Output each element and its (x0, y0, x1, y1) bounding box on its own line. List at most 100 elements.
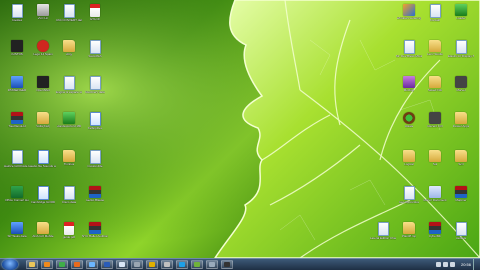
desktop-icon[interactable]: CyberMF (422, 222, 448, 239)
taskbar-item-calculator[interactable] (131, 260, 143, 269)
desktop-icon[interactable]: Gecko Blaster (82, 186, 108, 203)
desktop-icon[interactable]: Geo Apprentice (396, 186, 422, 205)
start-button[interactable] (2, 259, 18, 270)
taskbar-item-cmd[interactable] (221, 260, 233, 269)
desktop-icon[interactable]: C64 CONVERT data (56, 4, 82, 23)
desktop-icon[interactable]: Cisco data (56, 186, 82, 205)
desktop-icon[interactable]: util.jy (56, 40, 82, 57)
desktop-icon[interactable]: Mockup (396, 76, 422, 93)
desktop-icon[interactable]: Logical (396, 150, 422, 167)
red-icon (37, 40, 49, 52)
desktop-icon[interactable]: Scrl (448, 150, 474, 167)
folder-icon (403, 150, 415, 162)
desktop-icon-label: Swordfish (88, 55, 102, 58)
clock[interactable]: 20:56 (461, 262, 471, 267)
desktop-icon-label: Sol (432, 163, 438, 166)
taskbar-item-steam[interactable] (161, 260, 173, 269)
desktop-icon[interactable]: Lateral Edition Chassis (370, 222, 396, 241)
desktop-icon-label: Mr. Dev Bless Mixdown 2.0 (396, 55, 422, 58)
desktop-icon[interactable]: GTA Ch (82, 4, 108, 22)
calculator-icon (134, 262, 140, 267)
desktop-icon[interactable]: KeSnpDex (82, 112, 108, 131)
taskbar-item-photos[interactable] (191, 260, 203, 269)
taskbar-item-settings[interactable] (206, 260, 218, 269)
desktop-icon[interactable]: Loader (448, 4, 474, 21)
desktop-icon[interactable]: Tinnitus (56, 150, 82, 167)
tree-icon (403, 112, 415, 124)
doc-icon (63, 186, 75, 200)
desktop-icon[interactable]: PASSENGER (4, 76, 30, 93)
desktop-icon[interactable]: Kontakt (422, 4, 448, 23)
taskbar-item-winamp[interactable] (146, 260, 158, 269)
taskbar-item-firefox[interactable] (71, 260, 83, 269)
dark-icon (37, 76, 49, 88)
desktop-icon[interactable]: Engine & espace sans (56, 76, 82, 95)
desktop-icon[interactable]: TouchEvoLtd (4, 112, 30, 129)
desktop-icon[interactable]: NYC Ballet Auditions (82, 222, 108, 239)
show-desktop-button[interactable] (473, 259, 478, 270)
desktop-icon[interactable]: Hatrice GOOGLE.txt (4, 150, 30, 169)
taskbar-item-paint[interactable] (86, 260, 98, 269)
pdf-icon (90, 4, 100, 17)
desktop-icon[interactable]: Recovery data (82, 76, 108, 95)
volume-icon[interactable] (442, 262, 448, 267)
doc-icon (11, 4, 23, 18)
desktop-icon[interactable]: Windows Lettering (396, 4, 422, 21)
taskbar-item-skype[interactable] (176, 260, 188, 269)
desktop-icon-label: Hatrice GOOGLE.txt (4, 165, 30, 168)
desktop-icon[interactable]: Cambridge GOOD (30, 186, 56, 205)
camera-icon (455, 76, 467, 88)
desktop-icon[interactable]: Marvel (448, 76, 474, 93)
desktop-icon[interactable]: Jackets (448, 222, 474, 241)
desktop-icon[interactable]: SP Tasks data (4, 222, 30, 239)
desktop-icon[interactable]: VLC Lin (30, 4, 56, 21)
flag-icon[interactable] (449, 262, 455, 267)
desktop-icon-label: Cambridge GOOD (30, 201, 56, 204)
green-icon (455, 4, 467, 16)
desktop-icon-label: Geo Apprentice (398, 201, 420, 204)
flag-icon (455, 186, 467, 198)
desktop-icon-label: Gecko Blaster (85, 199, 105, 202)
folder-icon (429, 76, 441, 88)
desktop-icon[interactable]: Plantiff.mp (396, 222, 422, 239)
desktop-icon[interactable]: Recent Ctrl (422, 112, 448, 129)
desktop-icon[interactable]: Rotate (396, 112, 422, 129)
desktop-icon[interactable]: Sol (422, 150, 448, 167)
audio-icon (37, 186, 49, 200)
app-icon (11, 222, 23, 234)
desktop-icon[interactable]: Saved Info (422, 76, 448, 93)
desktop-icon[interactable]: Flower Apps (448, 112, 474, 129)
taskbar-item-media-player[interactable] (41, 260, 53, 269)
desktop: Cookies VLC Lin C64 CONVERT data GTA Ch CUST… (0, 0, 480, 258)
audio-icon (89, 112, 101, 126)
desktop-icon[interactable]: Lego 14 Spain (30, 40, 56, 57)
desktop-icon-label: VLC Lin (37, 17, 49, 20)
taskbar-item-chrome[interactable] (56, 260, 68, 269)
folder-icon (403, 222, 415, 234)
desktop-icon[interactable]: Cookies (4, 4, 30, 23)
taskbar-item-word[interactable] (101, 260, 113, 269)
desktop-icon[interactable]: Lenz Studio (422, 40, 448, 57)
taskbar: 20:56 (0, 258, 480, 270)
network-icon[interactable] (435, 262, 441, 267)
desktop-icon[interactable]: Mr. Dev Bless Mixdown 2.0 (396, 40, 422, 59)
taskbar-item-notepad[interactable] (116, 260, 128, 269)
desktop-icon[interactable]: Honda Accord 180 (56, 112, 82, 129)
desktop-icon[interactable]: audio file Sounds wav (30, 150, 56, 169)
desktop-icon[interactable]: Manor Document (422, 186, 448, 203)
desktop-icon[interactable]: Office Convert Ho (4, 186, 30, 203)
pdf-icon (64, 222, 74, 235)
desktop-icon[interactable]: Swordfish (82, 40, 108, 59)
desktop-icon[interactable]: guide.pdf (56, 222, 82, 240)
flag-icon (89, 186, 101, 198)
folder-icon (37, 112, 49, 124)
desktop-icon[interactable]: ADA GO Mobile (30, 222, 56, 239)
desktop-icon[interactable]: CustomFile (82, 150, 108, 169)
desktop-icon[interactable]: Elastix for Display Tool (448, 40, 474, 59)
doc-icon (455, 222, 467, 236)
desktop-icon[interactable]: Voilà jhsdj (30, 112, 56, 129)
taskbar-item-explorer[interactable] (26, 260, 38, 269)
desktop-icon[interactable]: CUSTOM (4, 40, 30, 57)
desktop-icon[interactable]: OpenShot (30, 76, 56, 93)
desktop-icon[interactable]: Mapmer (448, 186, 474, 203)
